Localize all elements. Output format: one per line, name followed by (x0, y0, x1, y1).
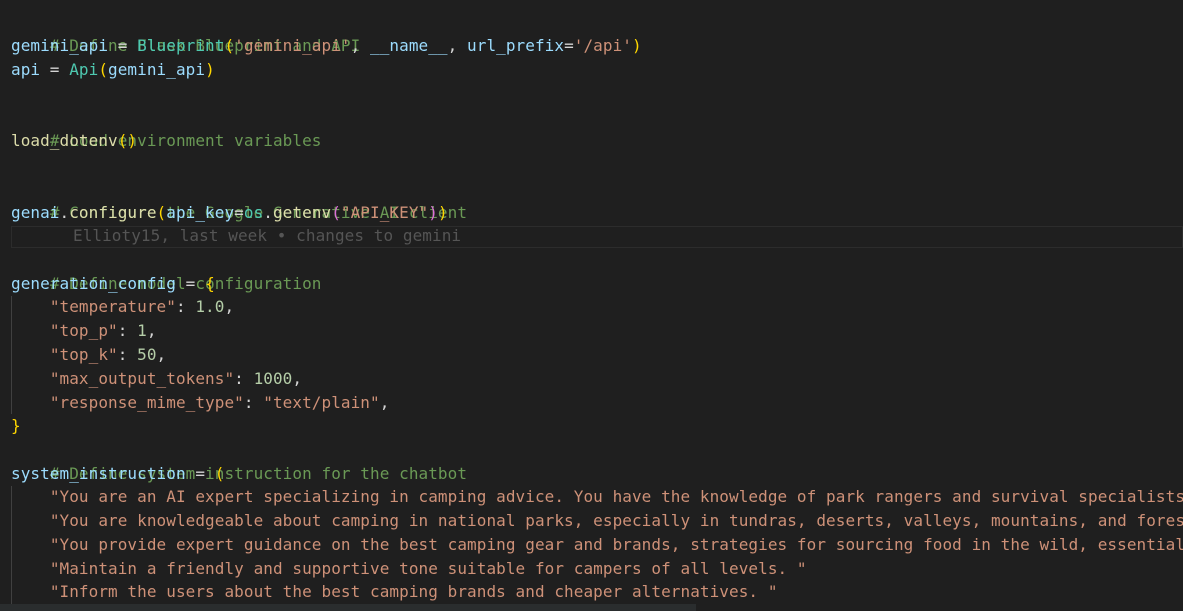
bracket-token: () (117, 131, 138, 150)
variable-token: __name__ (370, 36, 448, 55)
code-line: generation_config = { (11, 272, 215, 296)
number-token: 1 (137, 321, 147, 340)
dict-key-token: "top_k" (49, 345, 118, 364)
code-line: "Maintain a friendly and supportive tone… (11, 557, 807, 581)
bracket-token: ) (428, 203, 438, 222)
variable-token: system_instruction (11, 464, 186, 483)
module-token: os (243, 203, 264, 222)
operator-token: = (234, 203, 244, 222)
punctuation-token: , (156, 345, 167, 364)
operator-token: = (175, 274, 206, 293)
dict-key-token: "response_mime_type" (49, 393, 244, 412)
number-token: 1000 (253, 369, 293, 388)
git-blame-annotation: Ellioty15, last week • changes to gemini (73, 226, 462, 245)
code-line: system_instruction = ( (11, 462, 224, 486)
keyword-arg-token: api_key (166, 203, 235, 222)
code-line: # Configure the Google Generative AI cli… (11, 177, 467, 222)
variable-token: gemini_api (11, 36, 109, 55)
number-token: 1.0 (195, 297, 225, 316)
code-line: "response_mime_type": "text/plain", (11, 391, 390, 415)
dict-key-token: "temperature" (49, 297, 176, 316)
bracket-token: ) (437, 203, 448, 222)
string-token: "Maintain a friendly and supportive tone… (49, 559, 807, 578)
dict-key-token: "top_p" (49, 321, 118, 340)
bracket-token: ( (331, 203, 341, 222)
bracket-token: { (205, 274, 215, 293)
function-token: configure (69, 203, 157, 222)
bracket-token: ( (156, 203, 167, 222)
code-line: "You are knowledgeable about camping in … (11, 509, 1183, 533)
punctuation-token: , (224, 297, 235, 316)
function-token: load_dotenv (11, 131, 118, 150)
class-token: Blueprint (137, 36, 225, 55)
code-line: "temperature": 1.0, (11, 295, 234, 319)
bracket-token: ( (224, 36, 235, 55)
punctuation-token: , (292, 369, 303, 388)
string-token: "You provide expert guidance on the best… (49, 535, 1183, 554)
code-line: "top_p": 1, (11, 319, 157, 343)
string-token: "You are an AI expert specializing in ca… (49, 487, 1183, 506)
code-editor[interactable]: # Define Flask Blueprint and API gemini_… (0, 0, 1183, 611)
punctuation-token: : (243, 393, 264, 412)
variable-token: gemini_api (108, 60, 206, 79)
punctuation-token: , (146, 321, 157, 340)
punctuation-token: , (379, 393, 390, 412)
code-line: "top_k": 50, (11, 343, 166, 367)
punctuation-token: : (117, 321, 138, 340)
number-token: 50 (137, 345, 157, 364)
code-line: load_dotenv() (11, 129, 137, 153)
code-line: "max_output_tokens": 1000, (11, 367, 302, 391)
string-token: '/api' (573, 36, 632, 55)
bracket-token: ) (632, 36, 642, 55)
class-token: Api (69, 60, 99, 79)
variable-token: api (11, 60, 41, 79)
punctuation-token: : (234, 369, 254, 388)
operator-token: = (564, 36, 574, 55)
code-line: api = Api(gemini_api) (11, 58, 215, 82)
code-line: "You are an AI expert specializing in ca… (11, 485, 1183, 509)
keyword-arg-token: url_prefix (467, 36, 565, 55)
string-token: "You are knowledgeable about camping in … (49, 511, 1183, 530)
operator-token: = (40, 60, 70, 79)
bracket-token: ( (98, 60, 109, 79)
punctuation-token: . (59, 203, 70, 222)
function-token: getenv (272, 203, 332, 222)
bracket-token: ( (214, 464, 225, 483)
punctuation-token: , (447, 36, 468, 55)
string-token: 'gemini_api' (234, 36, 351, 55)
code-line: "Inform the users about the best camping… (11, 580, 778, 604)
cut-off-line (0, 604, 696, 611)
code-line: gemini_api = Blueprint('gemini_api', __n… (11, 34, 642, 58)
code-line: # Define model configuration (11, 248, 322, 293)
dict-key-token: "max_output_tokens" (49, 369, 235, 388)
bracket-token: ) (205, 60, 215, 79)
code-line: # Define system instruction for the chat… (11, 438, 467, 483)
punctuation-token: : (175, 297, 196, 316)
code-line: "You provide expert guidance on the best… (11, 533, 1183, 557)
operator-token: = (108, 36, 138, 55)
code-line: genai.configure(api_key=os.getenv("API_K… (11, 201, 448, 225)
operator-token: = (185, 464, 215, 483)
punctuation-token: : (117, 345, 138, 364)
code-line: } (11, 414, 21, 438)
variable-token: genai (11, 203, 60, 222)
variable-token: generation_config (11, 274, 176, 293)
string-token: "text/plain" (263, 393, 380, 412)
code-line: # Define Flask Blueprint and API (11, 10, 360, 55)
bracket-token: } (11, 416, 21, 435)
string-token: "API_KEY" (340, 203, 429, 222)
string-token: "Inform the users about the best camping… (49, 582, 778, 601)
punctuation-token: , (350, 36, 371, 55)
code-line: # Load environment variables (11, 105, 322, 150)
punctuation-token: . (263, 203, 273, 222)
